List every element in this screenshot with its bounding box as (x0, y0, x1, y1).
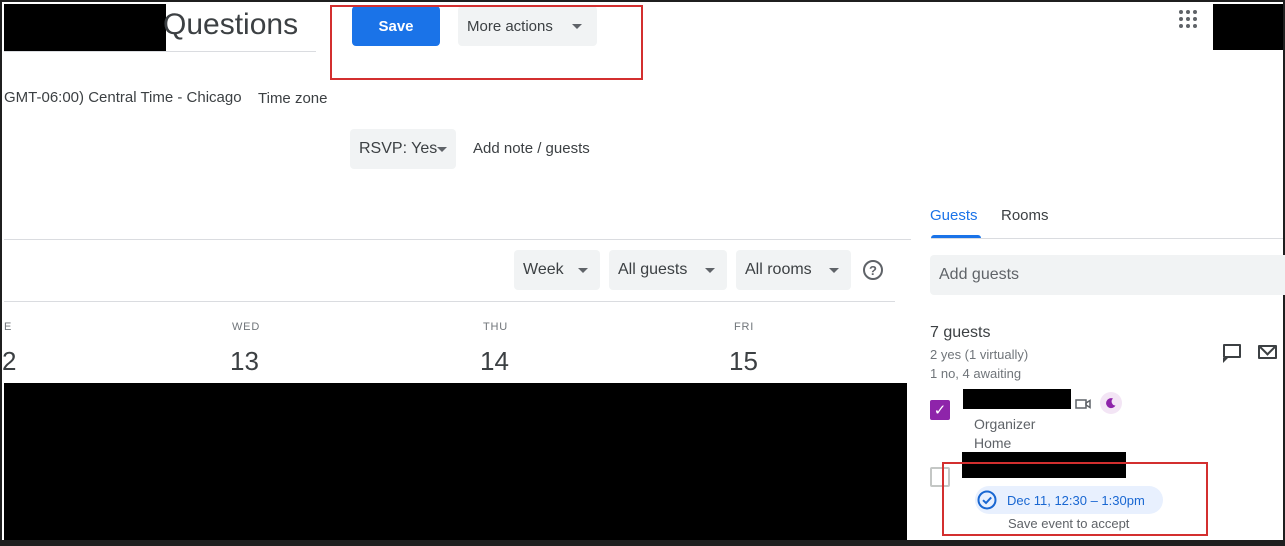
day-number[interactable]: 2 (2, 346, 16, 377)
rsvp-label: RSVP: Yes (359, 140, 438, 157)
annotation-box (330, 5, 643, 80)
apps-grid-icon[interactable] (1179, 10, 1197, 28)
page-title: Questions (163, 8, 299, 41)
moon-icon (1100, 392, 1122, 414)
add-guests-input[interactable]: Add guests (930, 255, 1285, 295)
guest-count: 7 guests (930, 324, 991, 341)
day-number[interactable]: 15 (729, 346, 758, 377)
redacted-block (1213, 4, 1283, 50)
chevron-down-icon (705, 268, 715, 273)
video-icon (1075, 399, 1091, 409)
timezone-value: GMT-06:00) Central Time - Chicago (4, 89, 242, 106)
guest-role: Organizer (974, 416, 1036, 432)
chevron-down-icon (829, 268, 839, 273)
active-tab-indicator (931, 235, 981, 238)
rooms-filter-dropdown[interactable]: All rooms (736, 250, 851, 290)
view-label: Week (523, 261, 564, 278)
bottom-border (0, 540, 1285, 546)
divider (4, 239, 911, 240)
add-note-guests-link[interactable]: Add note / guests (473, 140, 590, 157)
title-underline (4, 51, 316, 52)
divider (4, 301, 895, 302)
help-circle-icon[interactable]: ? (863, 260, 883, 280)
divider (931, 238, 1283, 239)
chevron-down-icon (437, 147, 447, 152)
guest-other-summary: 1 no, 4 awaiting (930, 366, 1022, 381)
chat-icon[interactable] (1223, 344, 1241, 363)
annotation-box (942, 462, 1208, 536)
redacted-block (4, 4, 166, 51)
guests-filter-dropdown[interactable]: All guests (609, 250, 727, 290)
rsvp-dropdown[interactable]: RSVP: Yes (350, 129, 456, 169)
day-name: E (4, 321, 13, 333)
redacted-block (4, 383, 907, 540)
tab-rooms[interactable]: Rooms (1001, 207, 1049, 224)
mail-icon[interactable] (1258, 345, 1277, 359)
day-name: THU (483, 321, 509, 333)
guest-location: Home (974, 435, 1012, 451)
day-name: FRI (734, 321, 755, 333)
redacted-block (963, 389, 1071, 409)
day-name: WED (232, 321, 261, 333)
guest-yes-summary: 2 yes (1 virtually) (930, 347, 1029, 362)
day-number[interactable]: 13 (230, 346, 259, 377)
guests-filter-label: All guests (618, 261, 688, 278)
view-dropdown[interactable]: Week (514, 250, 600, 290)
rooms-filter-label: All rooms (745, 261, 812, 278)
tab-guests[interactable]: Guests (930, 207, 978, 224)
chevron-down-icon (578, 268, 588, 273)
day-number[interactable]: 14 (480, 346, 509, 377)
timezone-link[interactable]: Time zone (258, 90, 327, 107)
guest-checkbox-organizer[interactable]: ✓ (930, 400, 950, 420)
